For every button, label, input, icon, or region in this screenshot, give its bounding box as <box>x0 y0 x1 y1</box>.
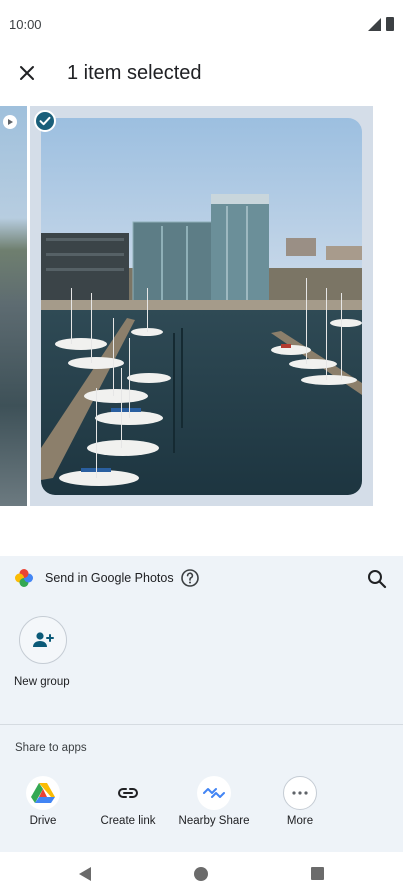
sheet-divider <box>0 724 403 725</box>
nearby-share-icon <box>203 788 225 798</box>
recents-icon[interactable] <box>311 867 324 880</box>
harbor-photo <box>41 118 362 495</box>
help-icon[interactable] <box>180 568 200 588</box>
group-circle <box>19 616 67 664</box>
app-label: More <box>286 815 314 827</box>
home-icon[interactable] <box>194 867 208 881</box>
app-icon-circle <box>283 776 317 810</box>
share-sheet-title: Send in Google Photos <box>45 571 174 585</box>
drive-icon <box>31 783 55 803</box>
app-icon-circle <box>26 776 60 810</box>
top-app-bar: 1 item selected <box>0 50 403 96</box>
previous-photo-thumbnail[interactable] <box>0 106 28 506</box>
app-label: Nearby Share <box>178 815 250 827</box>
close-icon <box>20 66 34 80</box>
selected-photo[interactable] <box>30 106 373 506</box>
share-sheet-header: Send in Google Photos <box>0 556 403 602</box>
app-label: Create link <box>100 815 156 827</box>
share-app-drive[interactable]: Drive <box>0 776 86 836</box>
add-group-icon <box>33 632 54 647</box>
check-icon <box>39 116 51 126</box>
share-app-create-link[interactable]: Create link <box>85 776 171 836</box>
back-icon[interactable] <box>77 866 93 882</box>
more-icon <box>292 791 308 795</box>
page-title: 1 item selected <box>67 62 202 84</box>
share-app-more[interactable]: More <box>257 776 343 836</box>
link-icon <box>118 788 138 798</box>
share-to-apps-label: Share to apps <box>15 742 87 754</box>
search-icon[interactable] <box>366 568 388 590</box>
new-group-label: New group <box>14 676 70 688</box>
app-label: Drive <box>29 815 57 827</box>
share-sheet: Send in Google Photos New group Share to… <box>0 556 403 852</box>
status-time: 10:00 <box>9 17 42 32</box>
share-app-nearby-share[interactable]: Nearby Share <box>171 776 257 836</box>
close-button[interactable] <box>10 56 44 90</box>
new-group-button[interactable]: New group <box>10 614 78 694</box>
app-icon-circle <box>111 776 145 810</box>
selected-check-badge[interactable] <box>34 110 56 132</box>
google-photos-icon <box>15 569 33 587</box>
status-bar: 10:00 <box>0 0 403 48</box>
play-icon <box>3 115 17 129</box>
signal-icon <box>368 18 381 31</box>
photo-strip[interactable] <box>0 106 403 506</box>
battery-icon <box>386 17 394 31</box>
system-nav-bar <box>0 852 403 896</box>
app-icon-circle <box>197 776 231 810</box>
